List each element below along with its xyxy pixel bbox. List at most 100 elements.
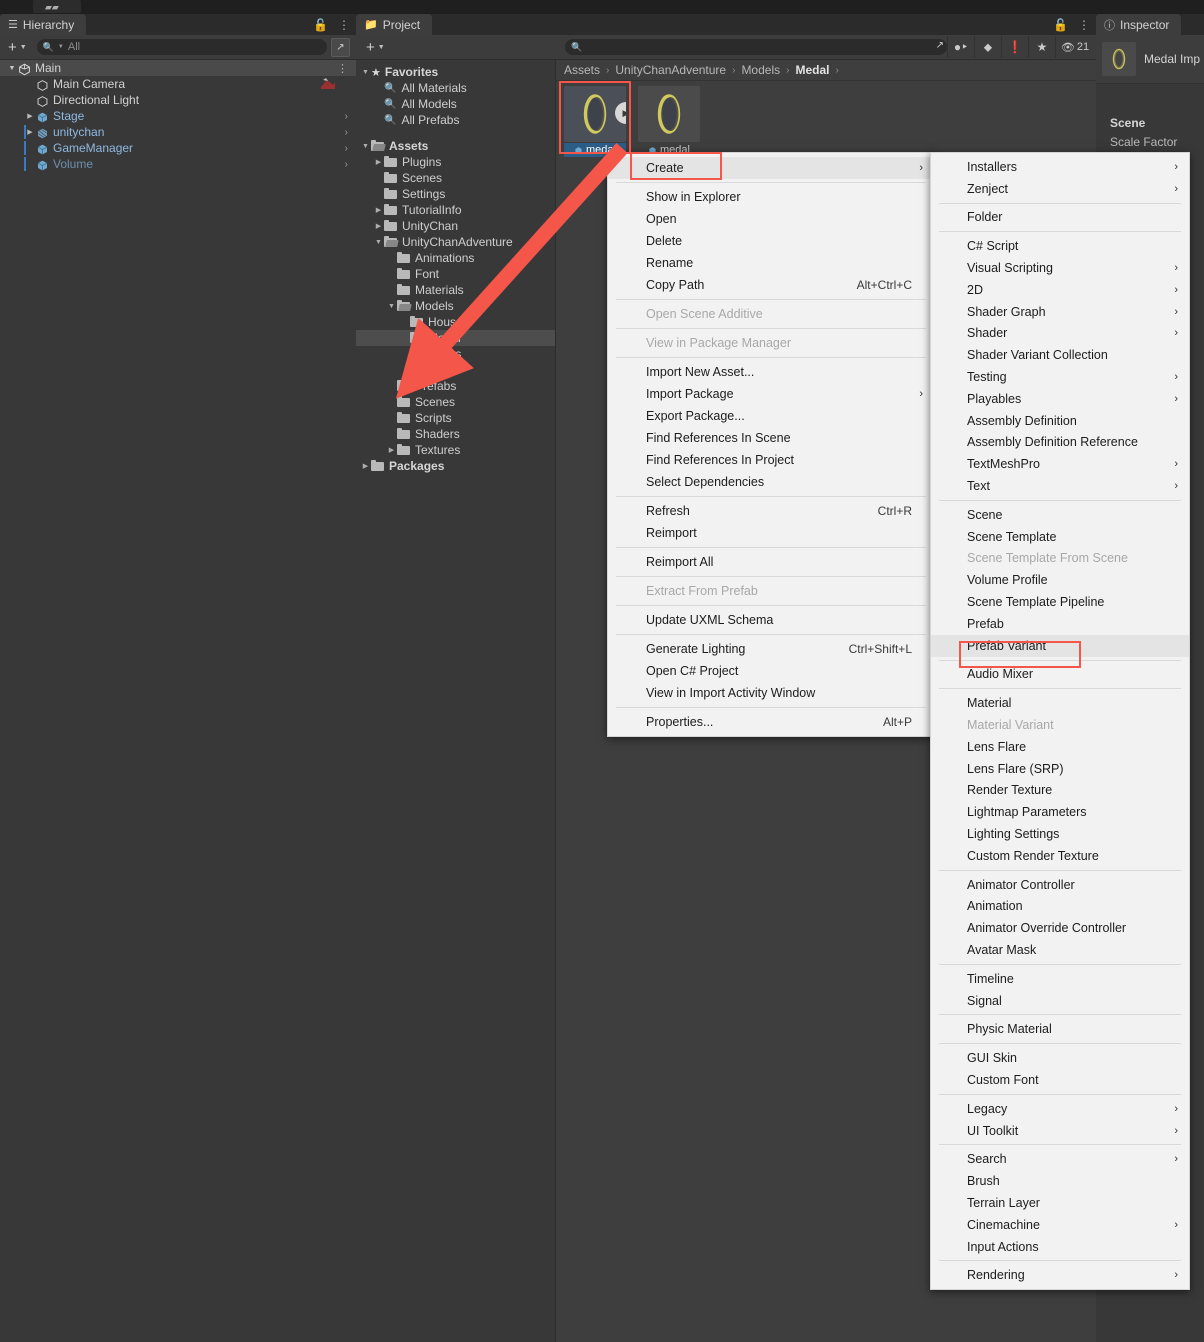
chevron-right-icon[interactable]: ▶ [373, 222, 384, 230]
menu-item-playables[interactable]: Playables› [931, 388, 1189, 410]
menu-item-create[interactable]: Create› [608, 157, 934, 179]
menu-item-prefab-variant[interactable]: Prefab Variant [931, 635, 1189, 657]
chevron-right-icon[interactable]: ▶ [373, 158, 384, 166]
menu-item-folder[interactable]: Folder [931, 207, 1189, 229]
project-search-input[interactable]: 🔍 ↗ [565, 39, 947, 55]
tab-inspector[interactable]: ⓘ Inspector [1096, 14, 1181, 35]
breadcrumb-item-medal[interactable]: Medal [795, 63, 829, 77]
filter-type-icon[interactable]: ●‣ [947, 36, 974, 58]
menu-item-terrain-layer[interactable]: Terrain Layer [931, 1192, 1189, 1214]
hierarchy-add-button[interactable]: + ▼ [6, 40, 29, 55]
project-folder-tree[interactable]: ▼★Favorites🔍All Materials🔍All Models🔍All… [356, 60, 556, 1342]
chevron-down-icon[interactable]: ▼ [6, 65, 18, 72]
chevron-right-icon[interactable]: ▶ [386, 446, 397, 454]
chevron-down-icon[interactable]: ▼ [386, 303, 397, 310]
kebab-icon[interactable]: ⋮ [1078, 19, 1090, 31]
menu-item-update-uxml-schema[interactable]: Update UXML Schema [608, 609, 934, 631]
hierarchy-item-gamemanager[interactable]: GameManager› [0, 140, 356, 156]
breadcrumb-item-models[interactable]: Models [741, 63, 780, 77]
asset-item[interactable]: medal [638, 86, 700, 157]
project-tree-item-unitychan[interactable]: ▶UnityChan [356, 218, 555, 234]
menu-item-shader[interactable]: Shader› [931, 323, 1189, 345]
asset-thumbnail[interactable] [638, 86, 700, 142]
hierarchy-item-stage[interactable]: ▶Stage› [0, 108, 356, 124]
menu-item-export-package[interactable]: Export Package... [608, 405, 934, 427]
label-icon[interactable]: ⬥ [974, 36, 1001, 58]
menu-item-2d[interactable]: 2D› [931, 279, 1189, 301]
asset-grid[interactable]: ▶medalmedal [564, 86, 700, 157]
menu-item-installers[interactable]: Installers› [931, 156, 1189, 178]
menu-item-animation[interactable]: Animation [931, 896, 1189, 918]
project-tree-item-tutorialinfo[interactable]: ▶TutorialInfo [356, 202, 555, 218]
menu-item-brush[interactable]: Brush [931, 1170, 1189, 1192]
hierarchy-tree[interactable]: ▼Main⋮Main CameraDirectional Light▶Stage… [0, 60, 356, 172]
menu-item-scene-template[interactable]: Scene Template [931, 526, 1189, 548]
menu-item-prefab[interactable]: Prefab [931, 613, 1189, 635]
menu-item-assembly-definition-reference[interactable]: Assembly Definition Reference [931, 432, 1189, 454]
hierarchy-item-main-camera[interactable]: Main Camera [0, 76, 356, 92]
menu-item-animator-controller[interactable]: Animator Controller [931, 874, 1189, 896]
lock-icon[interactable]: 🔓 [313, 19, 328, 31]
asset-thumbnail[interactable]: ▶ [564, 86, 626, 142]
project-tree-item-font[interactable]: Font [356, 266, 555, 282]
chevron-right-icon[interactable]: ▶ [373, 206, 384, 214]
menu-item-find-references-in-project[interactable]: Find References In Project [608, 449, 934, 471]
menu-item-input-actions[interactable]: Input Actions [931, 1236, 1189, 1258]
project-tree-item-all-models[interactable]: 🔍All Models [356, 96, 555, 112]
favorite-icon[interactable]: ★ [1028, 36, 1055, 58]
project-tree-item-textures[interactable]: ▶Textures [356, 442, 555, 458]
menu-item-timeline[interactable]: Timeline [931, 968, 1189, 990]
chevron-down-icon[interactable]: ▼ [373, 239, 384, 246]
kebab-icon[interactable]: ⋮ [338, 19, 350, 31]
project-tree-item-materials[interactable]: Materials [356, 282, 555, 298]
menu-item-rendering[interactable]: Rendering› [931, 1264, 1189, 1286]
breadcrumb[interactable]: Assets›UnityChanAdventure›Models›Medal› [556, 60, 1096, 81]
kebab-icon[interactable]: ⋮ [337, 62, 348, 75]
menu-item-shader-variant-collection[interactable]: Shader Variant Collection [931, 344, 1189, 366]
menu-item-lighting-settings[interactable]: Lighting Settings [931, 823, 1189, 845]
menu-item-reimport-all[interactable]: Reimport All [608, 551, 934, 573]
hierarchy-item-unitychan[interactable]: ▶unitychan› [0, 124, 356, 140]
project-tree-item-packages[interactable]: ▶Packages [356, 458, 555, 474]
project-search-popout-icon[interactable]: ↗ [936, 40, 944, 51]
menu-item-delete[interactable]: Delete [608, 230, 934, 252]
project-context-menu[interactable]: Create›Show in ExplorerOpenDeleteRenameC… [607, 152, 935, 737]
project-tree-item-shaders[interactable]: Shaders [356, 426, 555, 442]
menu-item-gui-skin[interactable]: GUI Skin [931, 1047, 1189, 1069]
menu-item-shader-graph[interactable]: Shader Graph› [931, 301, 1189, 323]
menu-item-refresh[interactable]: RefreshCtrl+R [608, 500, 934, 522]
menu-item-scene-template-pipeline[interactable]: Scene Template Pipeline [931, 591, 1189, 613]
menu-item-material[interactable]: Material [931, 692, 1189, 714]
tab-project[interactable]: 📁 Project [356, 14, 432, 35]
menu-item-reimport[interactable]: Reimport [608, 522, 934, 544]
lock-icon[interactable]: 🔓 [1053, 19, 1068, 31]
project-tree-item-medal[interactable]: Medal [356, 330, 555, 346]
visible-count[interactable]: 👁 21 [1055, 36, 1094, 58]
menu-item-import-new-asset[interactable]: Import New Asset... [608, 361, 934, 383]
asset-item[interactable]: ▶medal [564, 86, 626, 157]
menu-item-animator-override-controller[interactable]: Animator Override Controller [931, 917, 1189, 939]
chevron-right-icon[interactable]: › [345, 111, 348, 122]
project-tree-item-assets[interactable]: ▼Assets [356, 138, 555, 154]
menu-item-signal[interactable]: Signal [931, 990, 1189, 1012]
menu-item-visual-scripting[interactable]: Visual Scripting› [931, 257, 1189, 279]
menu-item-ui-toolkit[interactable]: UI Toolkit› [931, 1120, 1189, 1142]
project-tree-item-rocks[interactable]: Rocks [356, 346, 555, 362]
warning-icon[interactable]: ❗ [1001, 36, 1028, 58]
breadcrumb-item-assets[interactable]: Assets [564, 63, 600, 77]
project-tree-item-scenes[interactable]: Scenes [356, 170, 555, 186]
menu-item-custom-render-texture[interactable]: Custom Render Texture [931, 845, 1189, 867]
project-tree-item-house[interactable]: House [356, 314, 555, 330]
create-submenu[interactable]: Installers›Zenject›FolderC# ScriptVisual… [930, 152, 1190, 1290]
menu-item-scene[interactable]: Scene [931, 504, 1189, 526]
project-tree-item-unitychanadventure[interactable]: ▼UnityChanAdventure [356, 234, 555, 250]
menu-item-volume-profile[interactable]: Volume Profile [931, 569, 1189, 591]
project-tree-item-all-prefabs[interactable]: 🔍All Prefabs [356, 112, 555, 128]
menu-item-render-texture[interactable]: Render Texture [931, 780, 1189, 802]
menu-item-generate-lighting[interactable]: Generate LightingCtrl+Shift+L [608, 638, 934, 660]
hierarchy-popout-button[interactable]: ↗ [331, 38, 350, 57]
project-tree-item-animations[interactable]: Animations [356, 250, 555, 266]
menu-item-testing[interactable]: Testing› [931, 366, 1189, 388]
menu-item-cinemachine[interactable]: Cinemachine› [931, 1214, 1189, 1236]
menu-item-legacy[interactable]: Legacy› [931, 1098, 1189, 1120]
